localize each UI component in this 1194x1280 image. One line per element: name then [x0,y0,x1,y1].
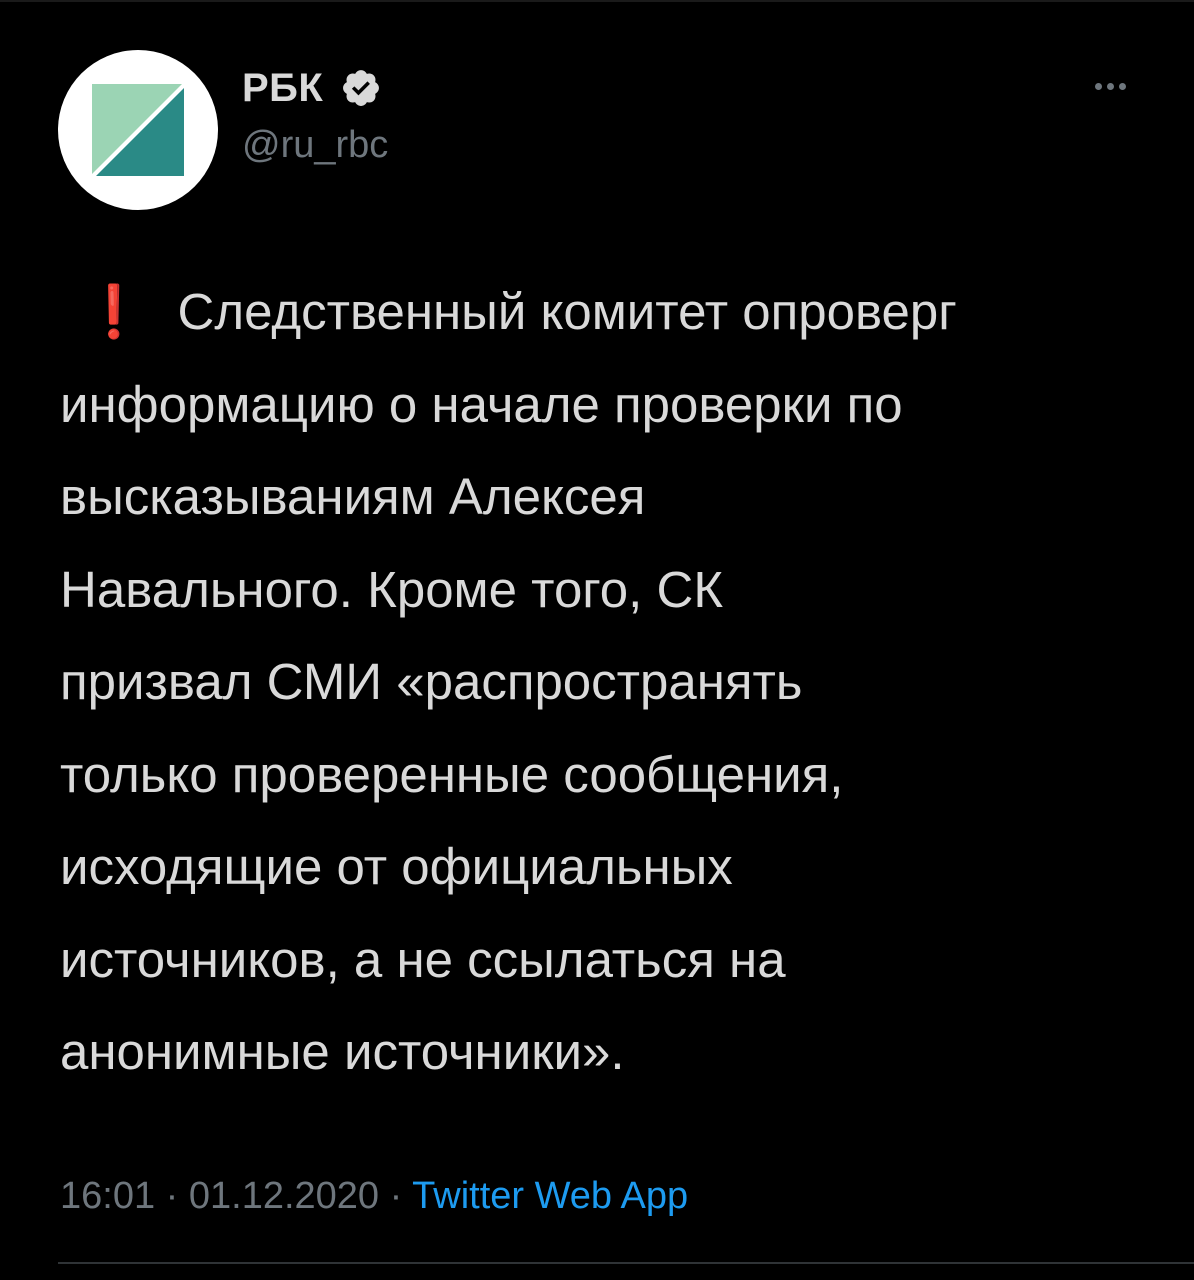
rbc-logo-icon [92,84,184,176]
tweet-meta: 16:01 · 01.12.2020 · Twitter Web App [60,1172,688,1220]
tweet-line: только проверенные сообщения, [60,745,844,803]
meta-separator: · [165,1175,179,1217]
meta-separator: · [389,1175,403,1217]
tweet-line: информацию о начале проверки по [60,375,903,433]
exclamation-icon: ❗ [82,283,146,340]
tweet-line: Навального. Кроме того, СК [60,560,724,618]
tweet-date[interactable]: 01.12.2020 [189,1175,379,1217]
more-dot [1118,82,1126,90]
tweet-line: источников, а не ссылаться на [60,930,786,988]
tweet-line: анонимные источники». [60,1023,625,1080]
tweet-line: Следственный комитет опроверг [177,283,957,340]
more-dot [1094,82,1102,90]
avatar[interactable] [58,50,218,210]
top-divider [0,0,1194,2]
bottom-divider [58,1262,1194,1264]
more-dot [1106,82,1114,90]
tweet-text: ❗ Следственный комитет опроверг информаци… [60,266,1170,1099]
verified-badge-icon [343,70,379,106]
tweet-time[interactable]: 16:01 [60,1175,155,1217]
tweet-source-link[interactable]: Twitter Web App [412,1175,688,1217]
author-handle[interactable]: @ru_rbc [242,122,388,168]
tweet-line: призвал СМИ «распространять [60,653,803,710]
tweet-line: высказываниям Алексея [60,468,646,525]
more-options-icon[interactable] [1080,66,1140,106]
author-name[interactable]: РБК [242,64,323,112]
tweet-line: исходящие от официальных [60,838,733,895]
